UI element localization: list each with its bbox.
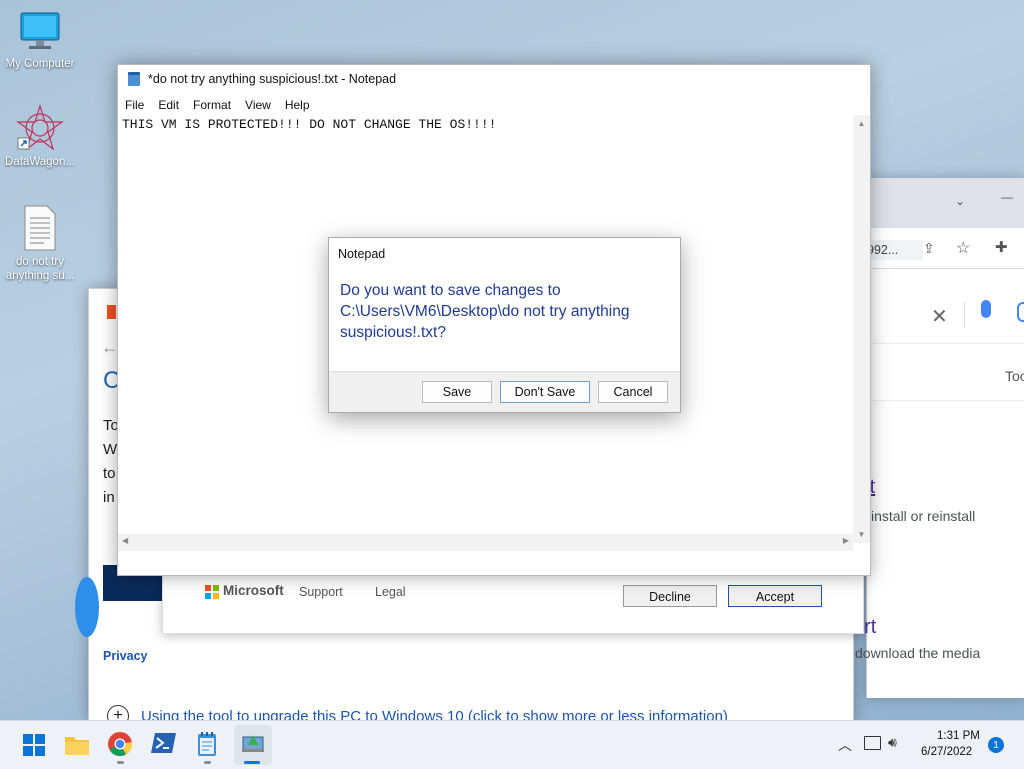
scroll-up-icon[interactable]: ▲: [853, 119, 870, 128]
accept-button[interactable]: Accept: [728, 585, 822, 607]
microsoft-logo-icon: [205, 585, 219, 599]
result-snippet: download the media: [855, 645, 981, 661]
active-indicator: [204, 761, 211, 764]
volume-icon[interactable]: 🔊︎: [888, 734, 897, 751]
chevron-down-icon[interactable]: ⌄: [955, 194, 965, 208]
lens-icon[interactable]: [1017, 302, 1024, 322]
save-changes-dialog[interactable]: Notepad Do you want to save changes to C…: [328, 237, 681, 413]
menu-help[interactable]: Help: [278, 95, 317, 115]
text-file-icon: [20, 204, 60, 252]
menu-file[interactable]: File: [118, 95, 151, 115]
save-button[interactable]: Save: [422, 381, 492, 403]
bookmark-star-icon[interactable]: ☆: [956, 238, 970, 258]
menu-format[interactable]: Format: [186, 95, 238, 115]
result-snippet: install or reinstall: [871, 508, 976, 524]
clock-date[interactable]: 6/27/2022: [921, 746, 972, 758]
body-line: W: [103, 441, 118, 458]
decline-button[interactable]: Decline: [623, 585, 717, 607]
results-divider: [867, 343, 1024, 344]
support-link[interactable]: Support: [299, 585, 343, 599]
clock-time[interactable]: 1:31 PM: [937, 730, 980, 742]
scroll-right-icon[interactable]: ▶: [843, 536, 849, 545]
cancel-button[interactable]: Cancel: [598, 381, 668, 403]
start-windows-icon[interactable]: [20, 731, 48, 759]
desktop-icon-my-computer[interactable]: My Computer: [0, 10, 80, 71]
taskbar: ︿ 🔊︎ 1:31 PM 6/27/2022 1: [0, 720, 1024, 769]
dialog-button-bar: Save Don't Save Cancel: [329, 371, 680, 412]
body-line: in: [103, 489, 115, 506]
scroll-down-icon[interactable]: ▼: [853, 530, 870, 539]
divider: [964, 302, 965, 328]
chrome-window[interactable]: ⌄ — 992... ⇪ ☆ ✚ ✕ Too oft install or re…: [853, 178, 1024, 698]
tabs-divider: [867, 400, 1024, 401]
notepad-taskbar-icon[interactable]: [196, 731, 224, 759]
chrome-icon[interactable]: [107, 731, 135, 759]
notepad-menubar: File Edit Format View Help: [118, 95, 870, 115]
powershell-icon[interactable]: [151, 731, 179, 759]
notepad-text-area[interactable]: THIS VM IS PROTECTED!!! DO NOT CHANGE TH…: [122, 117, 496, 132]
notepad-app-icon: [128, 72, 140, 86]
tools-tab[interactable]: Too: [1005, 368, 1024, 384]
desktop-icon-datawagon[interactable]: DataWagon...: [0, 103, 80, 169]
horizontal-scrollbar[interactable]: ◀ ▶: [118, 534, 853, 551]
legal-link[interactable]: Legal: [375, 585, 406, 599]
privacy-link[interactable]: Privacy: [103, 649, 147, 663]
desktop-icon-label: do not try anything su...: [5, 256, 75, 282]
desktop-icon-label: My Computer: [5, 58, 75, 70]
menu-edit[interactable]: Edit: [151, 95, 186, 115]
dialog-message: Do you want to save changes to C:\Users\…: [340, 282, 630, 341]
vertical-scrollbar[interactable]: ▲ ▼: [853, 115, 870, 543]
notepad-title: *do not try anything suspicious!.txt - N…: [148, 72, 397, 86]
minimize-icon[interactable]: —: [1001, 190, 1013, 204]
dialog-title: Notepad: [338, 247, 386, 261]
monitor-icon: [18, 10, 62, 54]
notification-badge[interactable]: 1: [988, 737, 1004, 753]
active-indicator: [244, 761, 260, 764]
scroll-left-icon[interactable]: ◀: [122, 536, 128, 545]
file-explorer-icon[interactable]: [64, 731, 92, 759]
microsoft-wordmark: Microsoft: [223, 583, 284, 598]
voice-search-icon[interactable]: [981, 300, 991, 318]
share-icon[interactable]: ⇪: [923, 240, 935, 257]
extensions-puzzle-icon[interactable]: ✚: [995, 238, 1008, 256]
dont-save-button[interactable]: Don't Save: [500, 381, 590, 403]
media-creation-tool-icon[interactable]: [240, 731, 268, 759]
network-icon[interactable]: [864, 736, 881, 750]
body-line: to: [103, 465, 116, 482]
windows-logo-icon: [107, 305, 116, 319]
desktop-icon-text-file[interactable]: do not try anything su...: [0, 204, 80, 283]
datawagon-star-icon: [16, 103, 64, 152]
menu-view[interactable]: View: [238, 95, 278, 115]
globe-graphic: [75, 577, 99, 637]
url-fragment[interactable]: 992...: [867, 240, 923, 260]
show-hidden-icons-chevron-icon[interactable]: ︿: [838, 735, 852, 755]
notepad-titlebar[interactable]: *do not try anything suspicious!.txt - N…: [118, 65, 870, 93]
desktop-icon-label: DataWagon...: [5, 156, 75, 168]
active-indicator: [117, 761, 124, 764]
search-clear-icon[interactable]: ✕: [931, 304, 948, 329]
